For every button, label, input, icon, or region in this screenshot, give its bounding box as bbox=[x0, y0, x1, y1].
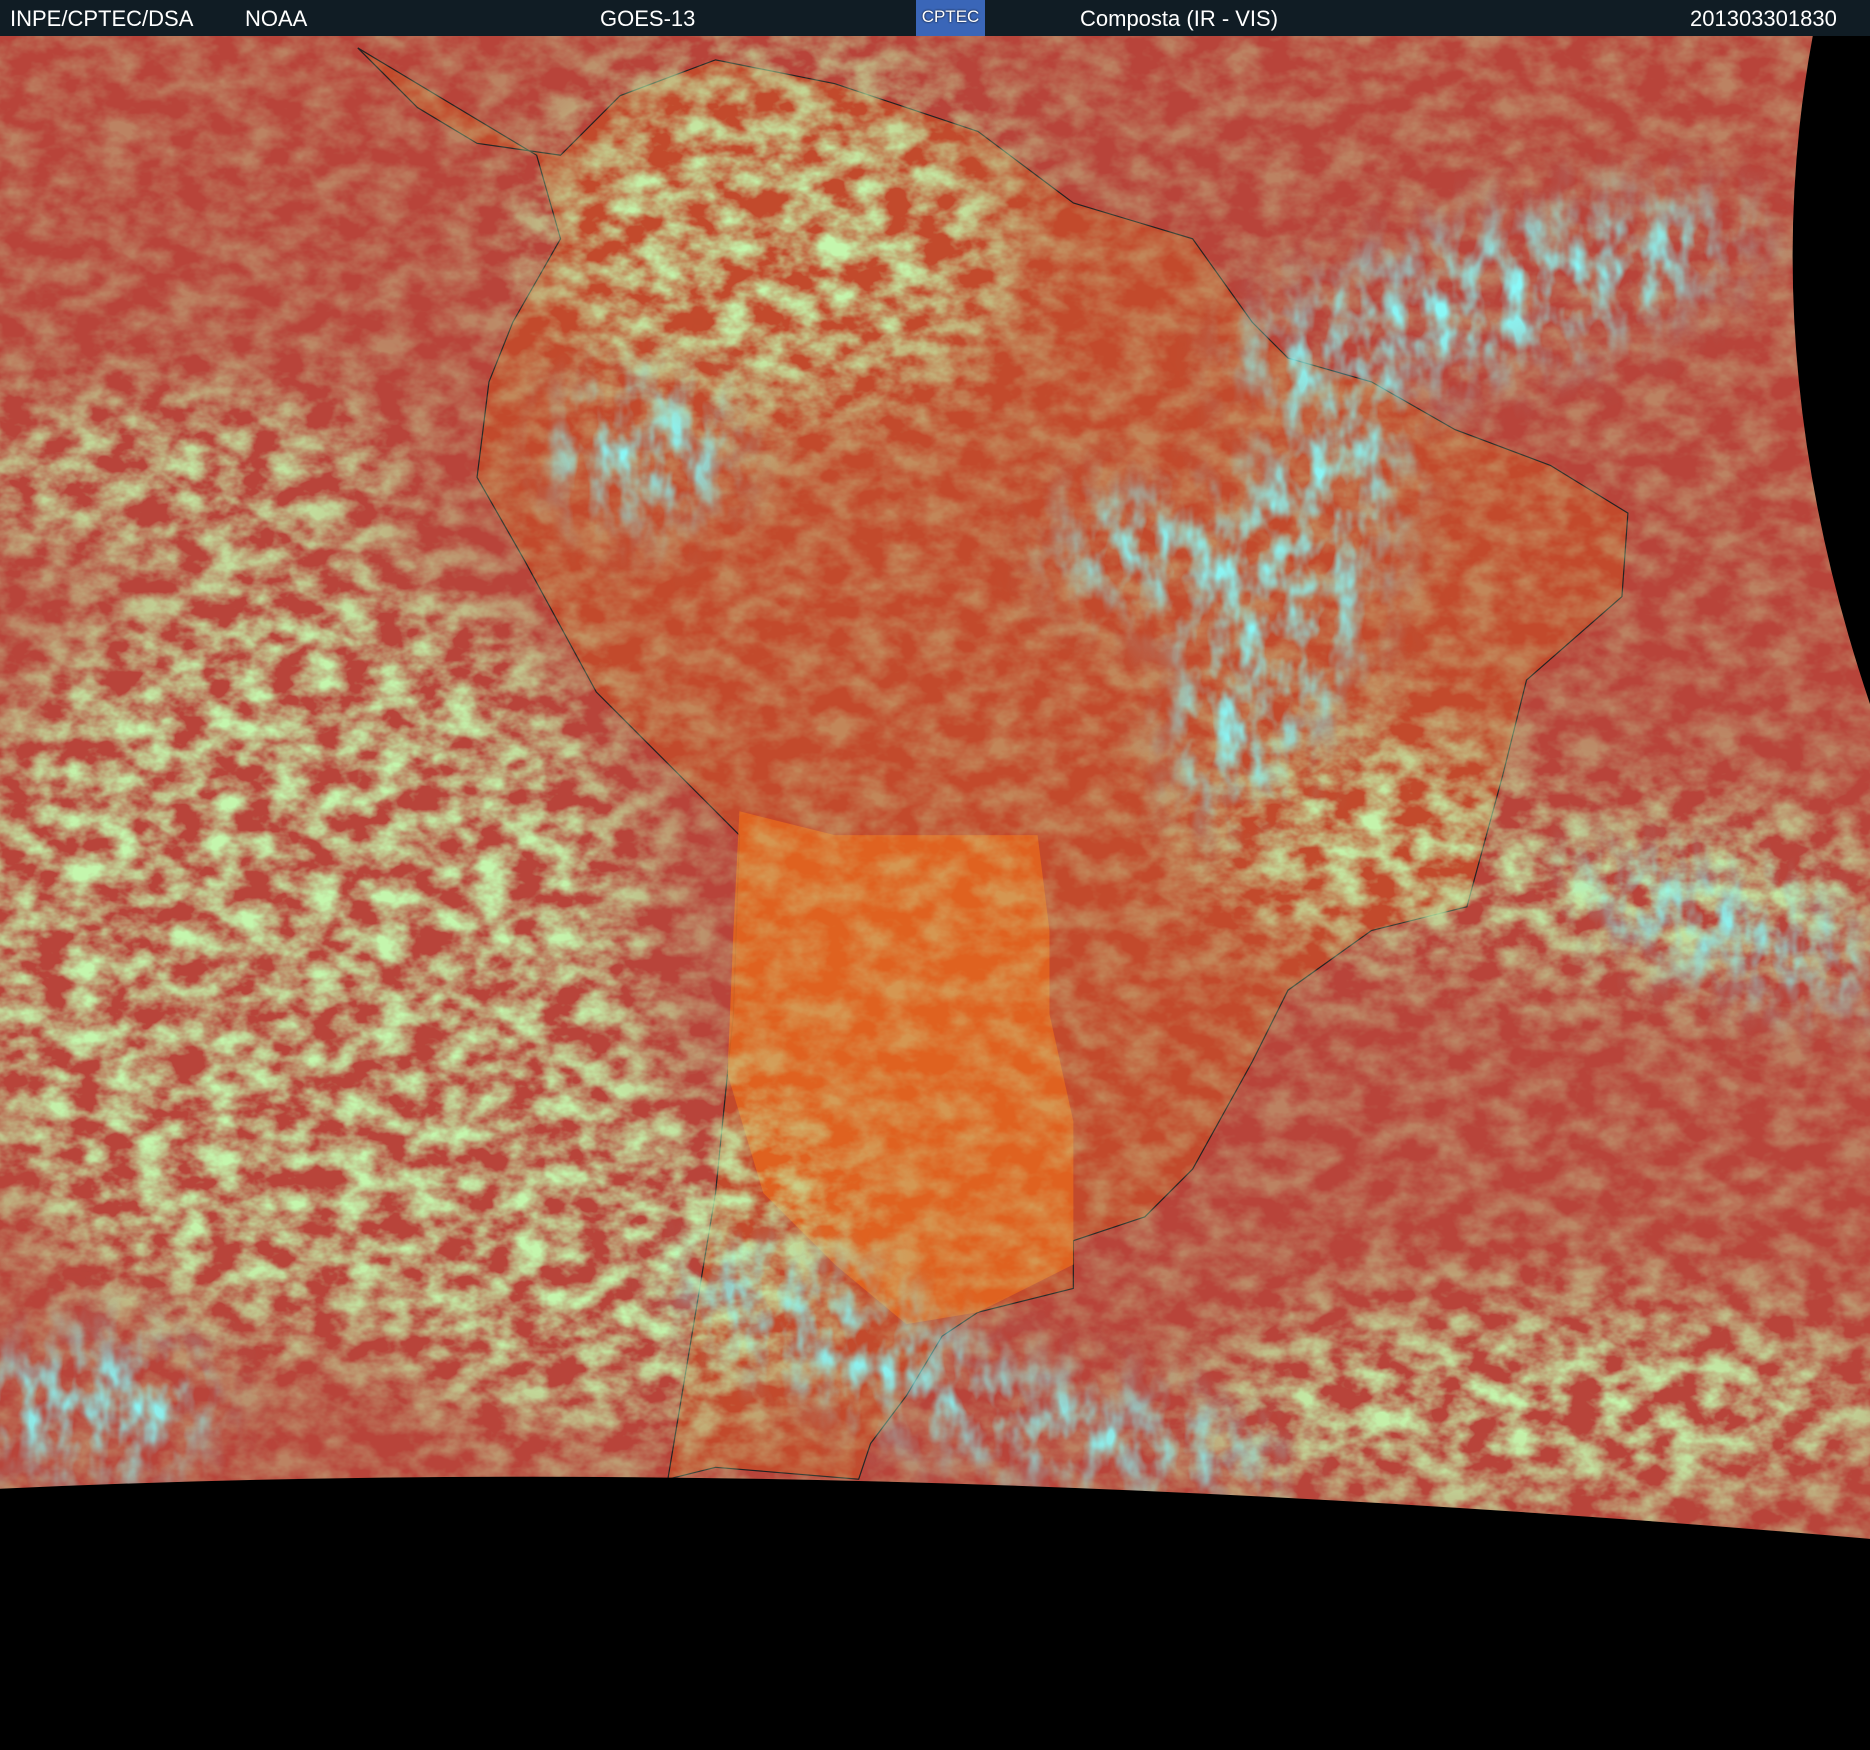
product-label: Composta (IR - VIS) bbox=[1080, 6, 1279, 31]
header-bar: INPE/CPTEC/DSA NOAA GOES-13 CPTEC Compos… bbox=[0, 0, 1870, 36]
institution-label: INPE/CPTEC/DSA bbox=[10, 6, 194, 31]
timestamp-label: 201303301830 bbox=[1690, 6, 1837, 31]
cptec-logo: CPTEC bbox=[916, 0, 985, 36]
satellite-label: GOES-13 bbox=[600, 6, 696, 31]
satellite-image-page: INPE/CPTEC/DSA NOAA GOES-13 CPTEC Compos… bbox=[0, 0, 1870, 1750]
earth-disk-edge-bottom bbox=[0, 1476, 1870, 1750]
satellite-composite-map bbox=[0, 36, 1870, 1750]
agency-label: NOAA bbox=[245, 6, 308, 31]
